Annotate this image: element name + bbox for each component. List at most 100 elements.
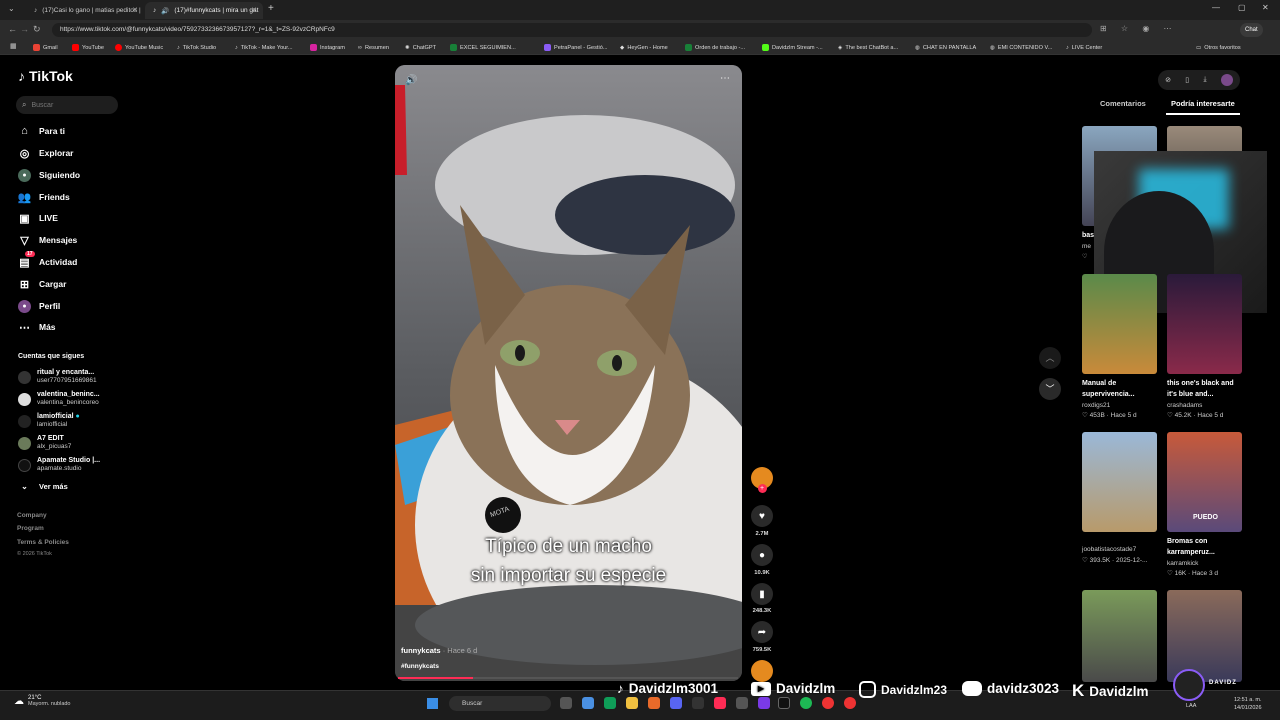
tiktok-icon[interactable] — [714, 697, 726, 709]
bookmark-petrapanel[interactable]: PetraPanel - Gestió... — [544, 40, 607, 55]
nav-para-ti[interactable]: ⌂ Para ti — [18, 124, 65, 138]
comment-button[interactable]: ● — [751, 544, 773, 566]
bookmark-chatbot[interactable]: ◈ The best ChatBot a... — [838, 40, 898, 55]
followed-account[interactable]: ritual y encanta... user7707951669861 — [18, 367, 97, 387]
nav-live[interactable]: ▣ LIVE — [18, 211, 58, 225]
search-input[interactable]: ⌕ Buscar — [16, 96, 118, 114]
app-icon[interactable] — [822, 697, 834, 709]
avatar[interactable] — [1220, 74, 1233, 86]
creator-avatar[interactable]: + — [751, 467, 773, 493]
next-video-button[interactable]: ﹀ — [1039, 378, 1061, 400]
follow-plus-icon[interactable]: + — [757, 484, 767, 493]
card-user[interactable]: me — [1082, 243, 1091, 250]
bookmark-tiktok-studio[interactable]: ♪ TikTok Studio — [177, 40, 216, 55]
nav-siguiendo[interactable]: ● Siguiendo — [18, 168, 80, 182]
other-bookmarks[interactable]: ▭ Otros favoritos — [1196, 40, 1241, 55]
app-icon[interactable] — [648, 697, 660, 709]
save-button[interactable]: ▮ — [751, 583, 773, 605]
extensions-area[interactable]: ⊞ ☆ ◉ ⋯ — [1100, 24, 1178, 33]
app-icon[interactable] — [844, 697, 856, 709]
previous-video-button[interactable]: ︿ — [1039, 347, 1061, 369]
chat-button[interactable]: Chat — [1240, 23, 1263, 37]
forward-icon[interactable]: → — [20, 24, 29, 34]
nav-friends[interactable]: 👥 Friends — [18, 190, 70, 204]
speaker-icon[interactable]: 🔊 — [161, 7, 169, 15]
start-button[interactable] — [427, 698, 438, 709]
new-tab-button[interactable]: + — [268, 3, 274, 14]
sound-disc[interactable] — [751, 660, 773, 682]
video-hashtag[interactable]: #funnykcats — [401, 663, 439, 670]
bookmark-youtube[interactable]: YouTube — [72, 40, 104, 55]
bookmark-chatgpt[interactable]: ✺ ChatGPT — [405, 40, 436, 55]
bookmark-instagram[interactable]: Instagram — [310, 40, 345, 55]
bookmark-heygen[interactable]: ◆ HeyGen - Home — [620, 40, 668, 55]
more-options-icon[interactable]: ⋯ — [720, 73, 730, 84]
bookmark-davidzlm-stream[interactable]: Davidzlm Stream -... — [762, 40, 823, 55]
video-thumbnail[interactable] — [1082, 432, 1157, 532]
phone-icon[interactable]: ▯ — [1185, 76, 1189, 84]
bookmark-youtube-music[interactable]: YouTube Music — [115, 40, 163, 55]
tab-2[interactable]: ♪ 🔊 (17)#funnykcats | mira un gat ✕ — [145, 2, 263, 19]
nav-perfil[interactable]: ● Perfil — [18, 299, 60, 313]
chrome-icon[interactable] — [582, 697, 594, 709]
followed-account[interactable]: valentina_beninc... valentina_benincoreo — [18, 389, 100, 409]
close-window-button[interactable]: ✕ — [1262, 3, 1269, 12]
followed-account[interactable]: A7 EDIT alx_picuas7 — [18, 433, 71, 453]
followed-account[interactable]: lamiofficial ● lamiofficial — [18, 411, 80, 431]
bookmark-tiktok[interactable]: ♪ TikTok - Make Your... — [235, 40, 293, 55]
app-icon[interactable] — [736, 697, 748, 709]
bookmark-gmail[interactable]: Gmail — [33, 40, 58, 55]
video-thumbnail[interactable] — [1167, 274, 1242, 374]
nav-explorar[interactable]: ◎ Explorar — [18, 146, 74, 160]
close-icon[interactable]: ✕ — [251, 6, 257, 14]
obs-icon[interactable] — [692, 697, 704, 709]
task-view-icon[interactable] — [560, 697, 572, 709]
footer-program[interactable]: Program — [17, 525, 44, 532]
bookmark-chat-pantalla[interactable]: ◍ CHAT EN PANTALLA — [915, 40, 976, 55]
tab-podria-interesarte[interactable]: Podría interesarte — [1171, 99, 1235, 108]
nav-mensajes[interactable]: ▽ Mensajes — [18, 233, 77, 247]
bookmark-excel[interactable]: EXCEL SEGUIMIEN... — [450, 40, 516, 55]
card-title[interactable]: Manual de supervivencia... — [1082, 378, 1157, 400]
nav-actividad[interactable]: ▤ 17 Actividad — [18, 250, 77, 269]
video-thumbnail[interactable] — [1082, 590, 1157, 682]
bookmark-orden[interactable]: Orden de trabajo -... — [685, 40, 745, 55]
tab-list-icon[interactable]: ⌄ — [8, 4, 15, 13]
tab-1[interactable]: ♪ (17)Casi lo gano | matias peditos | ✕ — [26, 2, 144, 19]
card-user[interactable]: crashadams — [1167, 402, 1202, 409]
weather-widget[interactable]: ☁ 21°C Mayorm. nublado — [14, 695, 71, 707]
back-icon[interactable]: ← — [8, 24, 17, 34]
link-icon[interactable]: ⊘ — [1165, 76, 1171, 84]
card-user[interactable]: karramkick — [1167, 560, 1198, 567]
card-title[interactable]: this one's black and it's blue and... — [1167, 378, 1242, 400]
video-player[interactable]: 🔊 ⋯ MOTA — [395, 65, 742, 681]
followed-account[interactable]: Apamate Studio |... apamate.studio — [18, 455, 100, 475]
url-bar[interactable]: https://www.tiktok.com/@funnykcats/video… — [52, 23, 1092, 37]
card-title[interactable]: Bromas con karramperuz... — [1167, 536, 1242, 558]
nav-mas[interactable]: ⋯ Más — [18, 320, 56, 334]
tiktok-logo[interactable]: ♪ TikTok — [18, 68, 73, 84]
video-thumbnail[interactable]: PUEDO — [1167, 432, 1242, 532]
taskbar-search[interactable]: Buscar — [449, 696, 551, 711]
clock[interactable]: 12:51 a. m. 14/01/2026 — [1234, 696, 1262, 712]
nav-cargar[interactable]: ⊞ Cargar — [18, 277, 67, 291]
card-user[interactable]: roxdigs21 — [1082, 402, 1110, 409]
minimize-button[interactable]: — — [1212, 3, 1220, 12]
apps-icon[interactable]: ▦ — [10, 42, 17, 50]
bookmark-resumen[interactable]: ∞ Resumen — [358, 40, 389, 55]
close-icon[interactable]: ✕ — [132, 6, 138, 14]
language-indicator[interactable]: LAA — [1186, 703, 1196, 709]
mute-icon[interactable]: 🔊 — [405, 75, 417, 86]
video-thumbnail[interactable] — [1082, 274, 1157, 374]
edge-icon[interactable] — [604, 697, 616, 709]
reload-icon[interactable]: ↻ — [33, 24, 41, 35]
footer-terms[interactable]: Terms & Policies — [17, 539, 69, 546]
folder-icon[interactable] — [626, 697, 638, 709]
tab-comentarios[interactable]: Comentarios — [1100, 99, 1146, 108]
card-user[interactable]: joobatistacostade7 — [1082, 546, 1136, 553]
bookmark-emi[interactable]: ◍ EMI CONTENIDO V... — [990, 40, 1052, 55]
maximize-button[interactable]: ▢ — [1238, 3, 1246, 12]
spotify-icon[interactable] — [800, 697, 812, 709]
discord-icon[interactable] — [670, 697, 682, 709]
capcut-icon[interactable] — [778, 697, 790, 709]
